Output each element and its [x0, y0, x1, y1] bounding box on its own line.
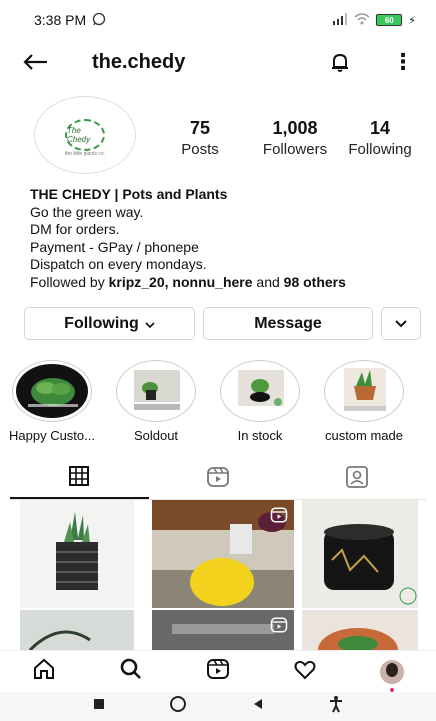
highlight-item[interactable]: custom made — [312, 360, 416, 443]
reels-icon — [206, 465, 230, 494]
posts-grid — [10, 500, 430, 654]
profile-tabs — [10, 460, 426, 500]
posts-label: Posts — [181, 141, 219, 158]
highlight-cover — [324, 360, 404, 422]
tagged-icon — [345, 465, 369, 494]
post-thumbnail[interactable] — [20, 610, 134, 654]
chevron-down-icon — [395, 315, 407, 333]
accessibility-icon[interactable] — [328, 695, 344, 718]
bio-line: Payment - GPay / phonepe — [30, 238, 199, 255]
chevron-down-icon — [145, 315, 155, 333]
bell-icon[interactable] — [328, 50, 352, 74]
heart-icon[interactable] — [293, 657, 317, 686]
bottom-navigation — [0, 650, 436, 692]
back-arrow-icon[interactable] — [22, 47, 62, 78]
more-options-icon[interactable]: ⋮ — [392, 51, 414, 73]
whatsapp-icon — [92, 12, 106, 29]
message-button[interactable]: Message — [203, 307, 373, 340]
following-count: 14 — [369, 118, 391, 138]
post-thumbnail[interactable] — [152, 610, 294, 654]
wifi-icon — [354, 12, 370, 28]
posts-count: 75 — [189, 118, 211, 138]
followed-mid: and — [252, 273, 284, 290]
followed-prefix: Followed by — [30, 273, 109, 290]
highlight-item[interactable]: Soldout — [104, 360, 208, 443]
profile-avatar[interactable]: The Chedy the little plants co. — [34, 96, 136, 174]
charging-icon: ⚡ — [408, 14, 416, 27]
home-circle-icon[interactable] — [169, 695, 187, 718]
logo-tagline: the little plants co. — [64, 151, 106, 157]
following-label: Following — [348, 141, 412, 158]
bio-line: DM for orders. — [30, 221, 120, 237]
reels-icon — [270, 506, 288, 529]
back-triangle-icon[interactable] — [251, 697, 265, 716]
tab-reels[interactable] — [149, 460, 288, 499]
post-thumbnail[interactable] — [302, 500, 418, 608]
battery-icon: 60 — [376, 14, 403, 26]
highlight-cover — [116, 360, 196, 422]
reels-icon — [270, 616, 288, 639]
tab-grid[interactable] — [10, 460, 149, 499]
stat-followers[interactable]: 1,008 Followers — [250, 118, 340, 158]
logo-ring: The Chedy — [65, 119, 105, 151]
status-bar: 3:38 PM 60 ⚡ — [0, 0, 436, 40]
highlight-item[interactable]: In stock — [208, 360, 312, 443]
profile-header: the.chedy ⋮ — [0, 40, 436, 84]
highlight-label: Soldout — [133, 428, 179, 443]
story-highlights: Happy Custo... Soldout In stock custom m… — [0, 360, 436, 443]
message-button-label: Message — [254, 314, 322, 332]
followers-label: Followers — [262, 141, 328, 158]
post-thumbnail[interactable] — [302, 610, 418, 654]
profile-stats: 75 Posts 1,008 Followers 14 Following — [170, 118, 420, 158]
stat-posts[interactable]: 75 Posts — [170, 118, 230, 158]
highlight-label: custom made — [324, 428, 404, 443]
home-icon[interactable] — [32, 657, 56, 686]
grid-icon — [68, 465, 90, 492]
suggested-accounts-button[interactable] — [381, 307, 421, 340]
profile-display-name: THE CHEDY | Pots and Plants — [30, 186, 228, 202]
highlight-cover — [220, 360, 300, 422]
battery-level: 60 — [384, 15, 394, 25]
bio-line: Go the green way. — [30, 203, 144, 220]
signal-icon — [332, 12, 348, 28]
post-thumbnail[interactable] — [152, 500, 294, 608]
followers-count: 1,008 — [272, 118, 318, 138]
bio-line: Dispatch on every mondays. — [30, 256, 207, 272]
followed-others: 98 others — [283, 273, 346, 290]
following-button-label: Following — [64, 314, 139, 332]
highlight-cover — [12, 360, 92, 422]
logo-text: The Chedy — [67, 126, 91, 144]
tab-tagged[interactable] — [287, 460, 426, 499]
reels-icon[interactable] — [206, 657, 230, 686]
profile-bio: THE CHEDY | Pots and Plants Go the green… — [30, 186, 420, 291]
highlight-label: Happy Custo... — [9, 428, 95, 443]
highlight-item[interactable]: Happy Custo... — [0, 360, 104, 443]
status-time: 3:38 PM — [34, 12, 87, 28]
post-thumbnail[interactable] — [20, 500, 134, 608]
recents-icon[interactable] — [92, 697, 106, 716]
following-button[interactable]: Following — [24, 307, 195, 340]
profile-actions: Following Message — [24, 307, 421, 340]
highlight-label: In stock — [237, 428, 283, 443]
profile-username: the.chedy — [92, 50, 186, 73]
search-icon[interactable] — [119, 657, 143, 686]
system-navigation — [0, 692, 436, 721]
followed-users: kripz_20, nonnu_here — [108, 273, 253, 290]
stat-following[interactable]: 14 Following — [340, 118, 420, 158]
profile-avatar[interactable] — [380, 659, 405, 684]
followed-by[interactable]: Followed by kripz_20, nonnu_here and 98 … — [30, 274, 420, 292]
